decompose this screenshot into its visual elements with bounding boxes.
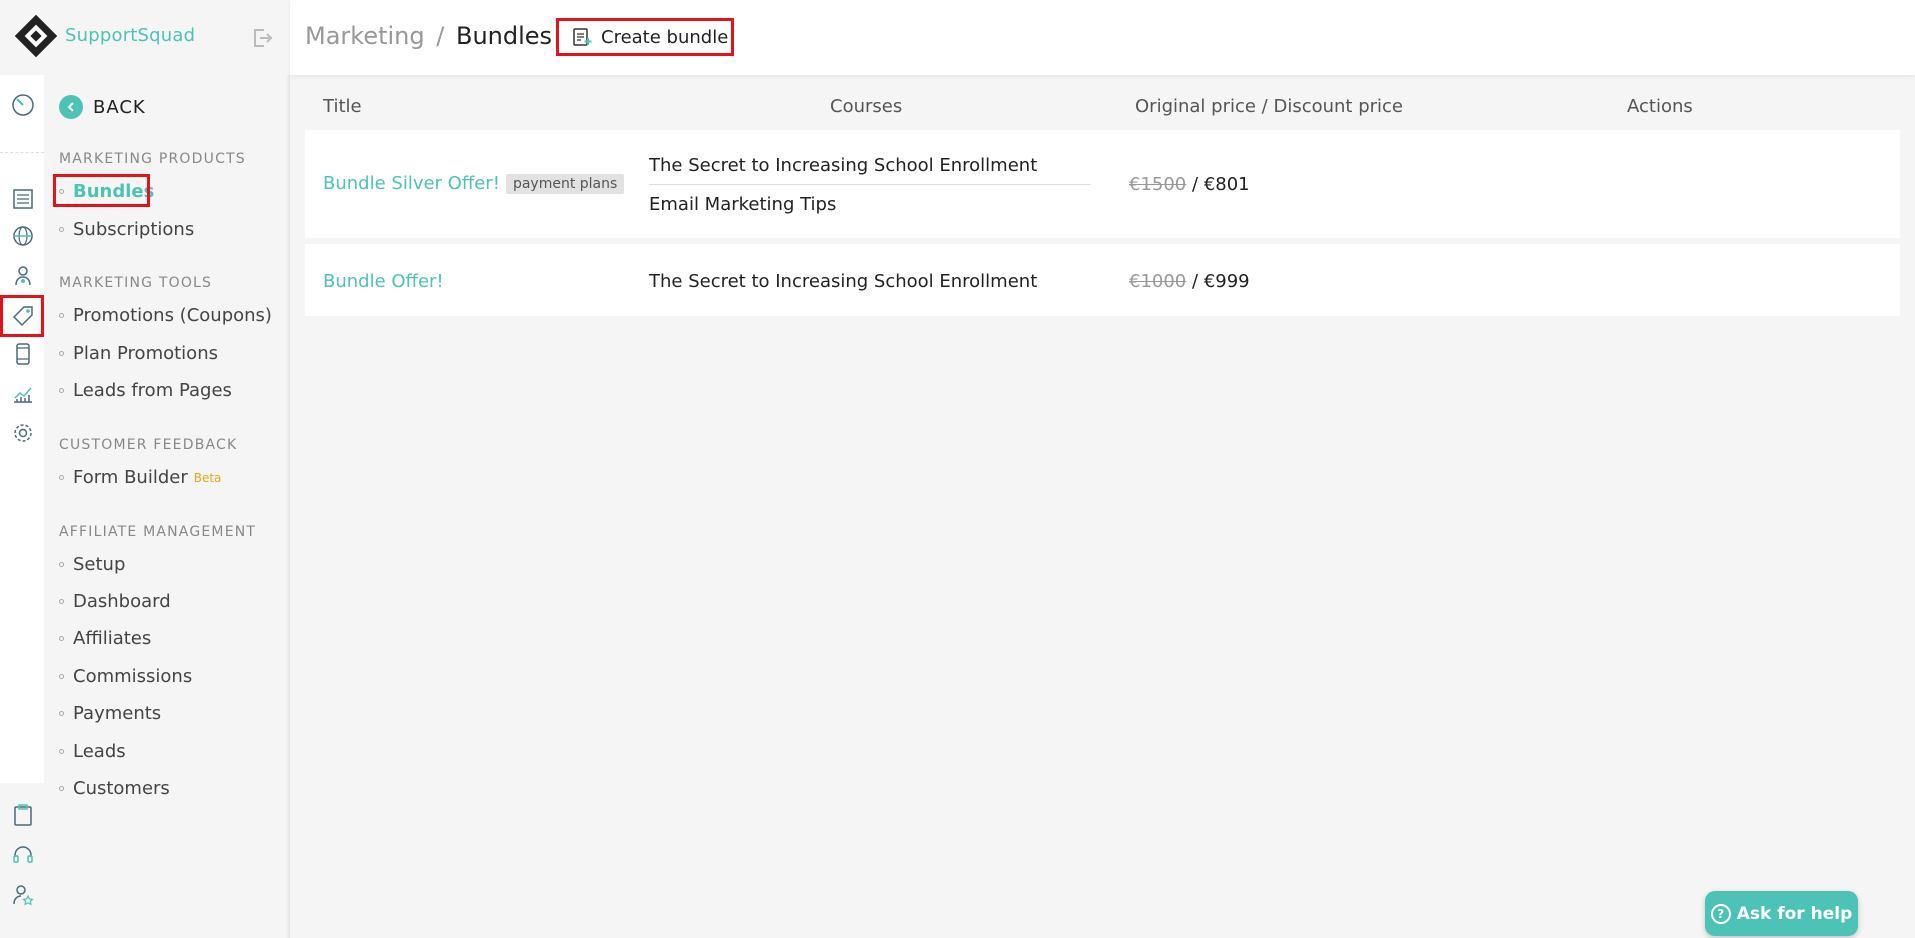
bullet-icon: [59, 313, 64, 318]
course-divider: [649, 184, 1091, 185]
original-price: €1500: [1129, 174, 1187, 195]
table-row: Bundle Offer! The Secret to Increasing S…: [305, 244, 1900, 316]
brand-name: SupportSquad: [65, 25, 196, 46]
column-header-price: Original price / Discount price: [1135, 96, 1404, 117]
back-button[interactable]: BACK: [59, 95, 146, 119]
table-row: Bundle Silver Offer! payment plans The S…: [305, 130, 1900, 238]
submenu-item-payments[interactable]: Payments: [59, 703, 161, 724]
page-header: Marketing / Bundles Create bundle: [290, 0, 1915, 75]
submenu-item-commissions[interactable]: Commissions: [59, 666, 192, 687]
bundle-title-text: Bundle Silver Offer!: [323, 173, 500, 194]
submenu-item-label: Dashboard: [73, 591, 171, 612]
bundles-highlight: [53, 174, 150, 207]
section-title-customer-feedback: CUSTOMER FEEDBACK: [59, 437, 238, 453]
section-title-marketing-tools: MARKETING TOOLS: [59, 275, 213, 291]
section-title-marketing-products: MARKETING PRODUCTS: [59, 151, 246, 167]
beta-badge: Beta: [193, 470, 222, 485]
submenu-item-customers[interactable]: Customers: [59, 778, 170, 799]
bullet-icon: [59, 227, 64, 232]
section-title-affiliate-management: AFFILIATE MANAGEMENT: [59, 524, 257, 540]
gear-icon[interactable]: [9, 419, 37, 447]
bullet-icon: [59, 786, 64, 791]
ask-for-help-label: Ask for help: [1736, 903, 1853, 924]
ask-for-help-button[interactable]: ? Ask for help: [1705, 891, 1858, 936]
submenu-item-label: Setup: [73, 554, 126, 575]
submenu-item-promotions[interactable]: Promotions (Coupons): [59, 305, 272, 326]
submenu-item-label: Commissions: [73, 666, 193, 687]
marketing-submenu: BACK MARKETING PRODUCTS Bundles Subscrip…: [44, 75, 290, 938]
price-cell: €1500 / €801: [1129, 174, 1250, 195]
price-separator: /: [1192, 271, 1199, 292]
bullet-icon: [59, 636, 64, 641]
breadcrumb-parent[interactable]: Marketing: [305, 22, 425, 50]
tag-icon-highlight: [0, 295, 44, 337]
bullet-icon: [59, 749, 64, 754]
submenu-item-label: Promotions (Coupons): [73, 305, 272, 326]
column-header-title: Title: [323, 96, 362, 117]
bullet-icon: [59, 475, 64, 480]
mobile-icon[interactable]: [9, 340, 37, 368]
submenu-item-label: Leads from Pages: [73, 380, 232, 401]
course-name: The Secret to Increasing School Enrollme…: [649, 271, 1038, 292]
bullet-icon: [59, 599, 64, 604]
create-bundle-label: Create bundle: [601, 26, 729, 48]
headset-icon[interactable]: [9, 841, 37, 869]
submenu-item-label: Form Builder: [73, 467, 188, 488]
rail-divider: [0, 152, 44, 153]
brand-logo-icon[interactable]: [14, 14, 58, 58]
submenu-item-label: Plan Promotions: [73, 343, 218, 364]
submenu-item-plan-promotions[interactable]: Plan Promotions: [59, 343, 218, 364]
submenu-item-label: Affiliates: [73, 628, 152, 649]
submenu-item-label: Subscriptions: [73, 219, 195, 240]
payment-plans-badge: payment plans: [505, 173, 625, 194]
bullet-icon: [59, 351, 64, 356]
bullet-icon: [59, 388, 64, 393]
submenu-item-leads-from-pages[interactable]: Leads from Pages: [59, 380, 232, 401]
table-header: Title Courses Original price / Discount …: [305, 96, 1900, 120]
submenu-item-dashboard[interactable]: Dashboard: [59, 591, 171, 612]
bundle-title-link[interactable]: Bundle Silver Offer! payment plans: [323, 173, 625, 194]
column-header-courses: Courses: [830, 96, 903, 117]
submenu-item-label: Leads: [73, 741, 126, 762]
submenu-item-subscriptions[interactable]: Subscriptions: [59, 219, 194, 240]
original-price: €1000: [1129, 271, 1187, 292]
brand-area: SupportSquad: [0, 0, 290, 75]
bundle-title-text: Bundle Offer!: [323, 271, 444, 292]
help-icon: ?: [1710, 903, 1731, 924]
price-cell: €1000 / €999: [1129, 271, 1250, 292]
user-icon[interactable]: [9, 262, 37, 290]
dashboard-icon[interactable]: [9, 91, 37, 119]
course-name: Email Marketing Tips: [649, 194, 837, 215]
breadcrumb-separator: /: [436, 22, 445, 50]
discount-price: €999: [1203, 271, 1250, 292]
submenu-item-label: Customers: [73, 778, 170, 799]
bundle-title-link[interactable]: Bundle Offer!: [323, 271, 444, 292]
submenu-item-leads[interactable]: Leads: [59, 741, 126, 762]
add-list-icon: [573, 28, 592, 46]
discount-price: €801: [1203, 174, 1250, 195]
page-title: Bundles: [456, 22, 553, 50]
bullet-icon: [59, 674, 64, 679]
price-separator: /: [1192, 174, 1199, 195]
chart-icon[interactable]: [9, 379, 37, 407]
clipboard-icon[interactable]: [9, 801, 37, 829]
breadcrumb: Marketing / Bundles: [305, 22, 552, 50]
chevron-left-icon: [59, 95, 83, 119]
submenu-item-form-builder[interactable]: Form Builder Beta: [59, 467, 221, 488]
column-header-actions: Actions: [1627, 96, 1693, 117]
course-name: The Secret to Increasing School Enrollme…: [649, 155, 1038, 176]
create-bundle-button[interactable]: Create bundle: [556, 18, 734, 56]
bullet-icon: [59, 711, 64, 716]
globe-icon[interactable]: [9, 222, 37, 250]
submenu-item-affiliates[interactable]: Affiliates: [59, 628, 151, 649]
submenu-item-setup[interactable]: Setup: [59, 554, 125, 575]
list-icon[interactable]: [9, 185, 37, 213]
star-user-icon[interactable]: [9, 881, 37, 909]
logout-icon[interactable]: [250, 26, 274, 50]
back-label: BACK: [93, 96, 146, 118]
submenu-item-label: Payments: [73, 703, 162, 724]
bullet-icon: [59, 562, 64, 567]
icon-rail: [0, 75, 44, 938]
